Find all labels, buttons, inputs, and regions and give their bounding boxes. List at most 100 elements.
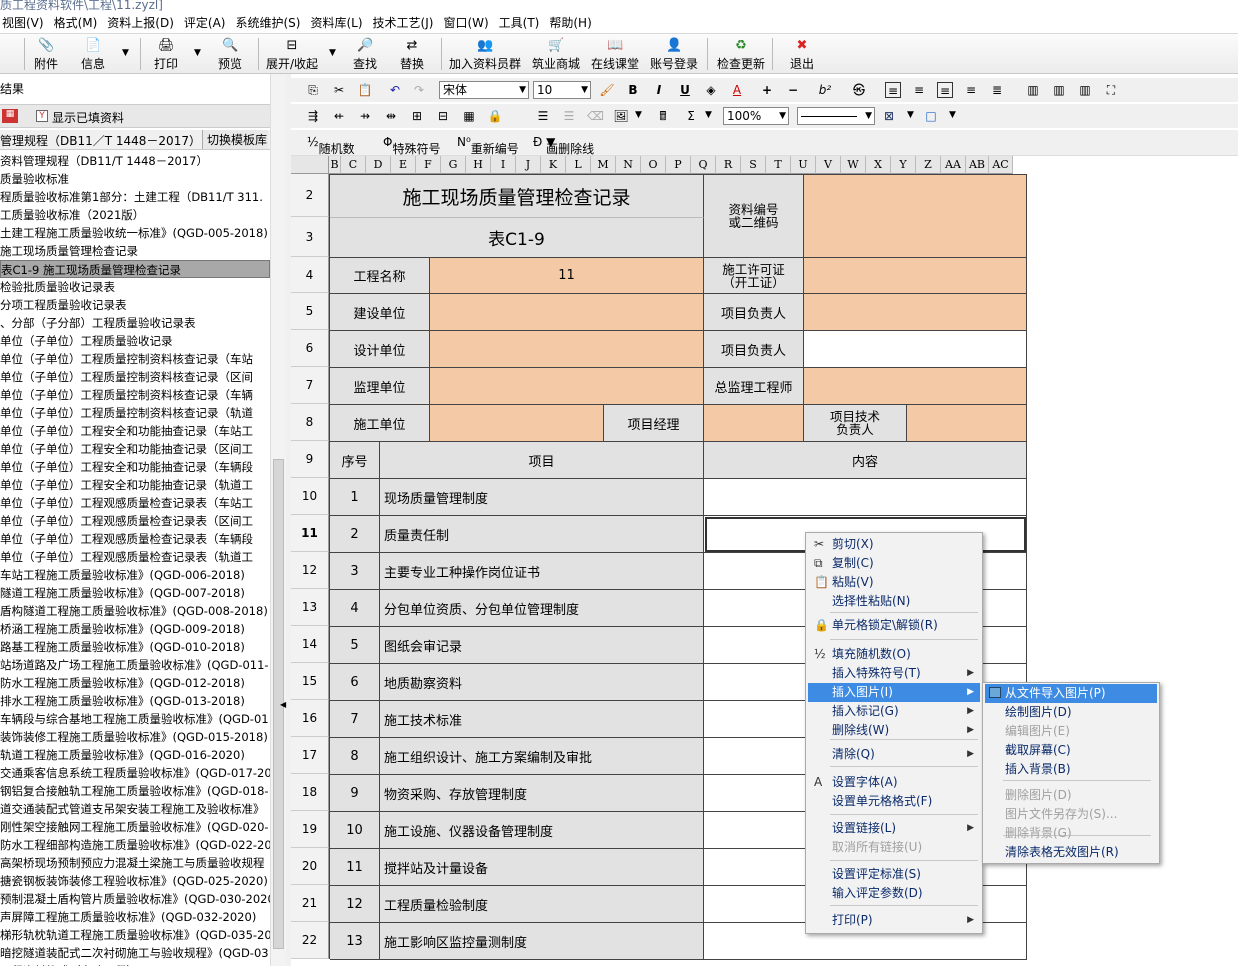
row-header-cell[interactable]: 5	[291, 293, 329, 330]
line-spacing-icon[interactable]: ☰	[535, 108, 551, 124]
delete-row-icon[interactable]: ⇷	[331, 108, 347, 124]
tree-item[interactable]: 梯形轨枕轨道工程施工质量验收标准》(QGD-035-20	[0, 926, 270, 944]
tree-item[interactable]: 单位（子单位）工程质量控制资料核查记录（区间	[0, 368, 270, 386]
column-header-cell[interactable]: W	[841, 156, 866, 174]
submenu-item[interactable]: 编辑图片(E)	[985, 722, 1157, 741]
indent-icon[interactable]: ☰	[561, 108, 577, 124]
tree-item[interactable]: 单位（子单位）工程观感质量检查记录表（车辆段	[0, 530, 270, 548]
preview-button[interactable]: 🔍 预览	[201, 36, 259, 72]
context-menu-item[interactable]: 输入评定参数(D)	[808, 884, 980, 903]
fill-color-icon[interactable]: ◈	[703, 82, 719, 98]
context-menu-item[interactable]: 插入标记(G) ▶	[808, 702, 980, 721]
menu-technique[interactable]: 技术工艺(J)	[373, 14, 434, 31]
tree-item[interactable]: 表C1-9 施工现场质量管理检查记录	[0, 260, 270, 278]
menu-window[interactable]: 窗口(W)	[443, 14, 488, 31]
doc-no-value[interactable]	[804, 175, 1027, 258]
delete-col-icon[interactable]: ⇹	[383, 108, 399, 124]
tree-scrollbar[interactable]	[270, 74, 286, 966]
undo-icon[interactable]: ↶	[387, 82, 403, 98]
column-header-cell[interactable]: F	[416, 156, 441, 174]
font-size-select[interactable]: 10 ▼	[533, 81, 591, 99]
tree-item[interactable]: 单位（子单位）工程安全和功能抽查记录（车辆段	[0, 458, 270, 476]
project-manager-value[interactable]	[704, 405, 804, 442]
build-leader-value[interactable]	[804, 294, 1027, 331]
submenu-item[interactable]: 从文件导入图片(P)	[985, 684, 1157, 703]
tree-item[interactable]: 单位（子单位）工程安全和功能抽查记录（区间工	[0, 440, 270, 458]
justify-icon[interactable]: ≣	[989, 82, 1005, 98]
row-header-cell[interactable]: 3	[291, 217, 329, 257]
column-header-cell[interactable]: Y	[891, 156, 916, 174]
row-header-cell[interactable]: 20	[291, 848, 329, 885]
column-header-cell[interactable]: K	[541, 156, 566, 174]
join-group-button[interactable]: 👥 加入资料员群	[447, 36, 523, 72]
tree-item[interactable]: 排水工程施工质量验收标准》(QGD-013-2018)	[0, 692, 270, 710]
underline-icon[interactable]: U	[677, 82, 693, 98]
special-char-icon[interactable]: ㉿	[851, 82, 867, 98]
minus-icon[interactable]: −	[785, 82, 801, 98]
menu-evaluate[interactable]: 评定(A)	[184, 14, 226, 31]
column-header-cell[interactable]: B	[329, 156, 341, 174]
sum-icon[interactable]: Σ	[683, 108, 699, 124]
column-header-cell[interactable]: E	[391, 156, 416, 174]
align-top-icon[interactable]: ≡	[885, 82, 901, 98]
item-content[interactable]	[704, 479, 1027, 516]
insert-row-icon[interactable]: ⇶	[305, 108, 321, 124]
context-menu-item[interactable]: A 设置字体(A)	[808, 773, 980, 792]
tree-item[interactable]: 预制混凝土盾构管片质量验收标准》(QGD-030-2020	[0, 890, 270, 908]
tree-item[interactable]: 隧道工程施工质量验收标准》(QGD-007-2018)	[0, 584, 270, 602]
tree-item[interactable]: 刚性架空接触网工程施工质量验收标准》(QGD-020-	[0, 818, 270, 836]
menu-format[interactable]: 格式(M)	[54, 14, 98, 31]
tree-item[interactable]: 轨道工程施工质量验收标准》(QGD-016-2020)	[0, 746, 270, 764]
context-menu-item[interactable]: 插入特殊符号(T) ▶	[808, 664, 980, 683]
column-header-cell[interactable]: O	[641, 156, 666, 174]
context-menu-item[interactable]: 🔒 单元格锁定\解锁(R)	[808, 616, 980, 635]
tree-item[interactable]: 单位（子单位）工程质量控制资料核查记录（车辆	[0, 386, 270, 404]
tree-item[interactable]: 站场道路及广场工程施工质量验收标准》(QGD-011-	[0, 656, 270, 674]
print-button[interactable]: 🖨 打印	[137, 36, 195, 72]
context-menu-item[interactable]: ⧉ 复制(C)	[808, 554, 980, 573]
chevron-down-icon[interactable]: ▼	[705, 110, 712, 120]
row-header-cell[interactable]: 9	[291, 441, 329, 478]
eraser-icon[interactable]: ⌫	[587, 108, 604, 124]
tree-item[interactable]: 单位（子单位）工程质量控制资料核查记录（车站	[0, 350, 270, 368]
tree-item[interactable]: 、分部（子分部）工程质量验收记录表	[0, 314, 270, 332]
exit-button[interactable]: ✖ 退出	[773, 36, 831, 72]
context-menu-item[interactable]: 插入图片(I) ▶	[808, 683, 980, 702]
context-menu-item[interactable]: 取消所有链接(U)	[808, 838, 980, 857]
context-menu-item[interactable]: 设置评定标准(S)	[808, 865, 980, 884]
align-right-icon[interactable]: ≡	[963, 82, 979, 98]
tree-item[interactable]: 钢铝复合接触轨工程施工质量验收标准》(QGD-018-	[0, 782, 270, 800]
menu-tools[interactable]: 工具(T)	[499, 14, 540, 31]
renumber-button[interactable]: N⁰ 重新编号	[457, 135, 519, 156]
expand-collapse-button[interactable]: ⊟ 展开/收起	[263, 36, 321, 72]
tree-item[interactable]: 分项工程质量验收记录表	[0, 296, 270, 314]
row-header-cell[interactable]: 16	[291, 700, 329, 737]
align-center-icon[interactable]: ≡	[937, 82, 953, 98]
tree-item[interactable]: 质量验收标准	[0, 170, 270, 188]
strike-button[interactable]: Ð 画删除线 ▼	[533, 135, 594, 156]
column-header-cell[interactable]: X	[866, 156, 891, 174]
menu-view[interactable]: 视图(V)	[2, 14, 44, 31]
bold-icon[interactable]: B	[625, 82, 641, 98]
collapse-arrow-icon[interactable]: ◀	[280, 700, 288, 712]
column-header-cell[interactable]: H	[466, 156, 491, 174]
row-header-cell[interactable]: 6	[291, 330, 329, 367]
context-menu-item[interactable]: 选择性粘贴(N)	[808, 592, 980, 611]
tree-item[interactable]: 施工现场质量管理检查记录	[0, 242, 270, 260]
row-header-cell[interactable]: 10	[291, 478, 329, 515]
switch-template-button[interactable]: 切换模板库	[202, 130, 268, 149]
filter-checkbox[interactable]: Y	[36, 110, 48, 122]
menu-report[interactable]: 资料上报(D)	[107, 14, 174, 31]
context-menu-item[interactable]: 清除(Q) ▶	[808, 745, 980, 764]
row-header-cell[interactable]: 17	[291, 737, 329, 774]
check-update-button[interactable]: ♻ 检查更新	[712, 36, 770, 72]
info-button[interactable]: 📄 信息	[64, 36, 122, 72]
construct-unit-value[interactable]	[430, 405, 604, 442]
align-left-icon[interactable]: ≡	[911, 82, 927, 98]
menu-help[interactable]: 帮助(H)	[549, 14, 591, 31]
tree-item[interactable]: 程质量验收标准第1部分：土建工程（DB11/T 311.	[0, 188, 270, 206]
submenu-item[interactable]: 图片文件另存为(S)...	[985, 805, 1157, 824]
lock-icon[interactable]: 🔒	[487, 108, 503, 124]
row-header-cell[interactable]: 2	[291, 174, 329, 217]
chevron-down-icon[interactable]: ▼	[194, 48, 201, 58]
